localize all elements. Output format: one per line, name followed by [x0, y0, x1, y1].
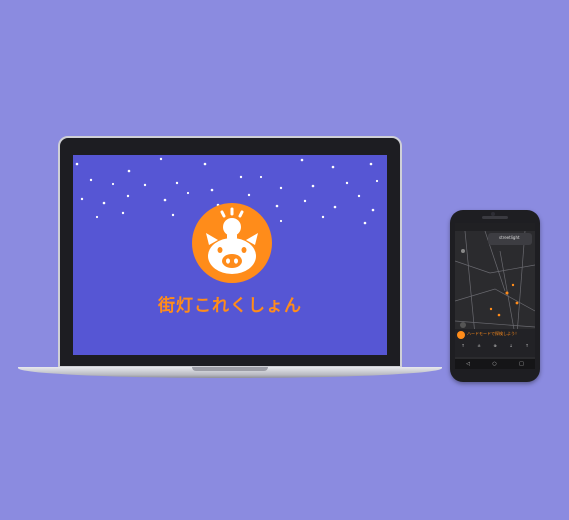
row-item-2[interactable]: ±	[477, 343, 480, 348]
laptop-screen: 街灯これくしょん	[73, 155, 387, 355]
app-title: 街灯これくしょん	[158, 296, 302, 316]
pig-lightbulb-logo-icon	[192, 203, 272, 283]
laptop-base-notch	[192, 367, 268, 371]
android-nav-bar: ◁ ○ □	[455, 359, 535, 369]
map-view[interactable]	[455, 231, 535, 335]
laptop-lid: 街灯これくしょん	[58, 136, 402, 368]
banner-text: ハードモードで探検しよう！	[467, 331, 519, 336]
phone-status-bar	[455, 223, 535, 231]
play-button[interactable]	[457, 331, 465, 339]
sheet-icon-row: ↑ ± ⊕ ↓ ↑	[455, 343, 535, 348]
search-pill-label: streetlight	[499, 235, 520, 240]
row-item-1[interactable]: ↑	[461, 343, 464, 348]
laptop-mockup: 街灯これくしょん	[18, 136, 442, 384]
location-button-icon	[460, 322, 466, 328]
row-item-4[interactable]: ↓	[509, 343, 512, 348]
menu-icon	[461, 249, 465, 253]
phone-screen: streetlight ハードモードで探検しよう！ ↑ ± ⊕ ↓ ↑ ◁ ○ …	[455, 223, 535, 369]
recents-icon[interactable]: □	[519, 359, 524, 369]
row-item-5[interactable]: ↑	[525, 343, 528, 348]
row-item-3[interactable]: ⊕	[493, 343, 496, 348]
home-icon[interactable]: ○	[492, 359, 496, 369]
back-icon[interactable]: ◁	[466, 359, 470, 369]
phone-speaker	[482, 216, 508, 219]
phone-mockup: streetlight ハードモードで探検しよう！ ↑ ± ⊕ ↓ ↑ ◁ ○ …	[450, 210, 540, 382]
